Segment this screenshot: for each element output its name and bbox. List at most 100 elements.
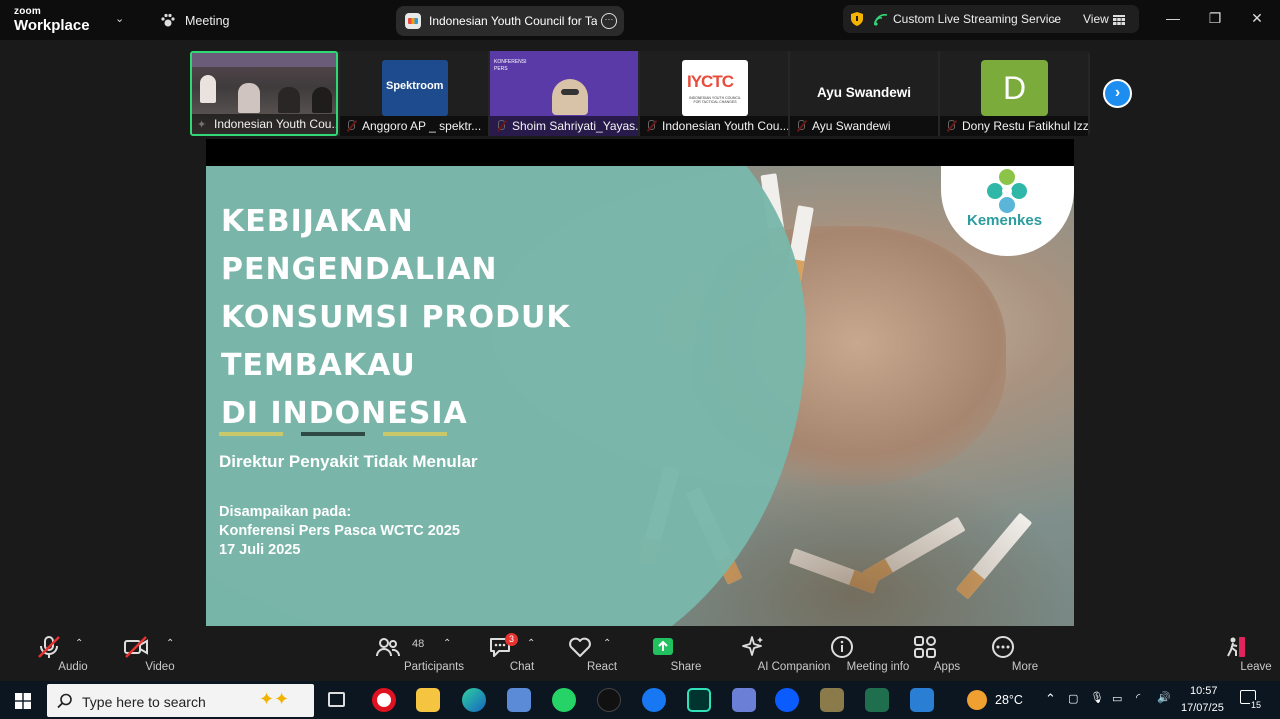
audio-label: Audio (58, 661, 88, 673)
participant-name: Anggoro AP _ spektr... (340, 116, 488, 136)
participants-count: 48 (412, 638, 425, 650)
participants-button[interactable]: 48 Participants (362, 628, 464, 681)
more-label: More (1011, 661, 1039, 673)
live-stream-indicator[interactable]: Custom Live Streaming Service ⌄ View (843, 5, 1139, 33)
temperature[interactable]: 28°C (995, 693, 1023, 707)
slide-title: KEBIJAKAN PENGENDALIAN KONSUMSI PRODUK T… (221, 198, 571, 438)
audition-icon[interactable] (687, 688, 711, 712)
clock-time[interactable]: 10:57 (1190, 685, 1218, 697)
streaming-icon (874, 13, 888, 26)
stream-chevron-icon[interactable]: ⌄ (1050, 12, 1059, 25)
avatar-subtext: INDONESIAN YOUTH COUNCIL FOR TACTICAL CH… (689, 96, 741, 104)
clock-date[interactable]: 17/07/25 (1181, 702, 1224, 714)
search-placeholder: Type here to search (82, 694, 206, 710)
share-label: Share (670, 661, 702, 673)
search-highlight-icon: ✦✦ (259, 689, 290, 709)
tiktok-icon[interactable] (597, 688, 621, 712)
participant-name: Shoim Sahriyati_Yayas... (490, 116, 638, 136)
close-icon[interactable]: ✕ (1247, 10, 1267, 28)
participant-tile[interactable]: Spektroom Anggoro AP _ spektr... (340, 51, 488, 136)
battery-icon[interactable]: ▭ (1112, 692, 1122, 705)
chat-button[interactable]: 3 Chat (478, 628, 534, 681)
react-button[interactable]: React (558, 628, 617, 681)
leave-button[interactable]: Leave (1214, 628, 1272, 681)
microphone-icon[interactable]: 🎙 (1090, 691, 1104, 704)
kemenkes-logo-text: Kemenkes (967, 212, 1043, 229)
participants-chevron-icon[interactable]: ⌃ (443, 638, 451, 649)
apps-button[interactable]: Apps (903, 628, 960, 681)
video-button[interactable]: Video (112, 628, 175, 681)
view-button[interactable]: View (1083, 12, 1109, 26)
participant-tile[interactable]: Ayu Swandewi Ayu Swandewi (790, 51, 938, 136)
divider-dash (383, 432, 447, 436)
next-page-button[interactable]: › (1103, 79, 1132, 108)
participant-tile[interactable]: D Dony Restu Fatikhul Izzi (940, 51, 1088, 136)
paw-icon (160, 13, 176, 27)
participant-avatar: D (981, 60, 1048, 116)
participant-tile[interactable]: KONFERENSI PERS Shoim Sahriyati_Yayas... (490, 51, 638, 136)
participant-tile[interactable]: Indonesian Youth Cou... (190, 51, 338, 136)
chat-chevron-icon[interactable]: ⌃ (527, 638, 535, 649)
participant-display-name: Ayu Swandewi (816, 85, 912, 100)
participant-tile[interactable]: IYCTC INDONESIAN YOUTH COUNCIL FOR TACTI… (640, 51, 788, 136)
heart-icon (569, 637, 591, 657)
taskbar-search[interactable]: Type here to search ✦✦ (47, 684, 314, 717)
react-label: React (586, 661, 618, 673)
whatsapp-icon[interactable] (552, 688, 576, 712)
audio-options-chevron-icon[interactable]: ⌃ (75, 638, 83, 649)
network-icon[interactable]: ▢ (1068, 692, 1078, 705)
avatar-text: IYCTC (687, 72, 734, 91)
windows-start-icon[interactable] (15, 693, 31, 709)
leave-label: Leave (1240, 661, 1272, 673)
slide-title-line: DI INDONESIA (221, 396, 468, 431)
video-options-chevron-icon[interactable]: ⌃ (166, 638, 174, 649)
task-view-icon[interactable] (328, 692, 345, 707)
restore-icon[interactable]: ❐ (1205, 10, 1225, 28)
share-screen-icon (653, 638, 673, 655)
app-icon[interactable] (732, 688, 756, 712)
volume-icon[interactable]: 🔊 (1157, 691, 1171, 704)
windows-taskbar: Type here to search ✦✦ 28°C ⌃ ▢ 🎙 ▭ ◜ 🔊 … (0, 681, 1280, 719)
slide-title-line: KONSUMSI PRODUK (221, 300, 571, 335)
chat-badge: 3 (505, 633, 518, 646)
participant-name: Dony Restu Fatikhul Izzi (940, 116, 1088, 136)
slide-delivered: Disampaikan pada: Konferensi Pers Pasca … (219, 503, 460, 560)
facebook-icon[interactable] (642, 688, 666, 712)
app-icon[interactable] (865, 688, 889, 712)
edge-icon[interactable] (462, 688, 486, 712)
meeting-tab[interactable]: Indonesian Youth Council for Tact ··· (396, 6, 624, 36)
more-button[interactable]: More (981, 628, 1038, 681)
slide-title-line: KEBIJAKAN (221, 204, 414, 239)
meeting-tab-icon (405, 13, 421, 29)
participant-name: Ayu Swandewi (790, 116, 938, 136)
meeting-toolbar: Audio ⌃ Video ⌃ 48 Participants ⌃ 3 Chat… (0, 628, 1280, 681)
audio-button[interactable]: Audio (25, 628, 88, 681)
zoom-icon[interactable] (775, 688, 799, 712)
participant-video (552, 79, 588, 115)
view-grid-icon[interactable] (1113, 13, 1125, 25)
meeting-info-button[interactable]: Meeting info (806, 628, 909, 681)
weather-icon[interactable] (967, 690, 987, 710)
meeting-tab-title: Indonesian Youth Council for Tact (429, 14, 597, 28)
opera-icon[interactable] (372, 688, 396, 712)
logo-big-text: Workplace (14, 17, 90, 34)
meeting-label[interactable]: Meeting (185, 14, 229, 28)
ai-companion-button[interactable]: AI Companion (712, 628, 830, 681)
share-button[interactable]: Share (640, 628, 701, 681)
tray-chevron-icon[interactable]: ⌃ (1045, 691, 1056, 707)
video-label: Video (145, 661, 175, 673)
wifi-icon[interactable]: ◜ (1136, 691, 1140, 704)
apps-label: Apps (933, 661, 961, 673)
file-explorer-icon[interactable] (416, 688, 440, 712)
minimize-icon[interactable]: — (1163, 10, 1183, 28)
app-icon[interactable] (820, 688, 844, 712)
computer-icon[interactable] (507, 688, 531, 712)
photos-icon[interactable] (910, 688, 934, 712)
divider-dash (219, 432, 283, 436)
react-chevron-icon[interactable]: ⌃ (603, 638, 611, 649)
slide-delivered-line: 17 Juli 2025 (219, 542, 301, 558)
participant-avatar: Spektroom (382, 60, 448, 116)
app-menu-chevron-icon[interactable]: ⌄ (115, 12, 124, 25)
search-icon (57, 693, 72, 709)
more-options-icon[interactable]: ··· (601, 13, 617, 29)
